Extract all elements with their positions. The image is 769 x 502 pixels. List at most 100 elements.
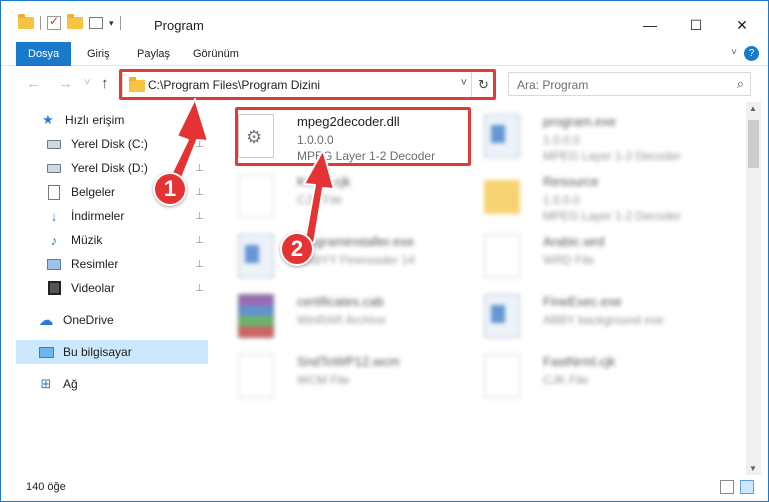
file-item[interactable]: program.exe 1.0.0.0 MPEG Layer 1-2 Decod… — [468, 106, 704, 163]
tab-view[interactable]: Görünüm — [193, 42, 239, 66]
toolbar-separator — [40, 16, 41, 30]
folder-icon[interactable] — [18, 14, 34, 29]
details-view-icon[interactable] — [720, 480, 734, 494]
file-type: CJK File — [543, 373, 589, 387]
sidebar-item-downloads[interactable]: ↓ İndirmeler ⊥ — [16, 204, 208, 228]
file-type: WRD File — [543, 253, 595, 267]
minimize-button[interactable]: — — [627, 10, 673, 40]
help-icon[interactable]: ? — [744, 46, 759, 61]
file-name: Resource — [543, 174, 599, 189]
file-type: CJK File — [297, 193, 343, 207]
pin-icon[interactable]: ⊥ — [195, 259, 204, 270]
file-item[interactable]: FineExec.exe ABBY background exe — [468, 286, 704, 340]
documents-icon — [46, 184, 62, 200]
file-name: programinstaller.exe — [297, 234, 415, 249]
blank-file-icon — [484, 234, 520, 278]
up-button[interactable]: ↑ — [101, 75, 109, 92]
file-item[interactable]: Kondt.cjk CJK File — [222, 166, 458, 220]
disk-icon — [46, 136, 62, 152]
sidebar-item-label: Belgeler — [71, 185, 116, 199]
file-description: ABBYY Finereader 14 — [297, 253, 415, 267]
ribbon-tabs: Dosya Giriş Paylaş Görünüm ˅ ? — [0, 42, 769, 66]
tab-file[interactable]: Dosya — [16, 42, 72, 66]
tiles-view-icon[interactable] — [740, 480, 754, 494]
network-icon: ⊞ — [40, 376, 52, 391]
file-item[interactable]: programinstaller.exe ABBYY Finereader 14 — [222, 226, 458, 280]
sidebar-item-label: Yerel Disk (D:) — [71, 161, 148, 175]
tab-home[interactable]: Giriş — [87, 42, 110, 66]
scroll-up-icon[interactable]: ▲ — [749, 104, 757, 113]
cloud-icon: ☁ — [38, 312, 54, 329]
file-type: WinRAR Archive — [297, 313, 386, 327]
file-item[interactable]: Resource 1.0.0.0 MPEG Layer 1-2 Decoder — [468, 166, 704, 223]
search-box[interactable]: Ara: Program ⌕ — [508, 72, 751, 96]
status-bar: 140 öğe — [0, 475, 769, 502]
file-description: MPEG Layer 1-2 Decoder — [543, 149, 682, 163]
vertical-scrollbar[interactable]: ▲ ▼ — [746, 102, 761, 475]
window-title: Program — [154, 18, 204, 33]
pin-icon[interactable]: ⊥ — [195, 163, 204, 174]
scrollbar-thumb[interactable] — [748, 120, 759, 168]
search-input[interactable]: Ara: Program — [517, 78, 588, 92]
sidebar-item-network[interactable]: ⊞ Ağ — [16, 372, 208, 396]
file-item[interactable]: certificates.cab WinRAR Archive — [222, 286, 458, 340]
search-icon[interactable]: ⌕ — [737, 76, 744, 92]
app-icon — [484, 294, 520, 338]
file-type: WCM File — [297, 373, 350, 387]
file-item[interactable]: FastNrml.cjk CJK File — [468, 346, 704, 400]
tab-share[interactable]: Paylaş — [137, 42, 170, 66]
sidebar-item-quick-access[interactable]: ★ Hızlı erişim — [16, 108, 208, 132]
folder-icon — [484, 180, 520, 214]
file-item[interactable]: Arabic.wrd WRD File — [468, 226, 704, 280]
maximize-button[interactable]: ☐ — [673, 10, 719, 40]
sidebar-item-label: Bu bilgisayar — [63, 345, 132, 359]
blank-file-icon — [238, 174, 274, 218]
file-version: 1.0.0.0 — [543, 193, 580, 207]
sidebar-item-videos[interactable]: Videolar ⊥ — [16, 276, 208, 300]
sidebar-item-label: Müzik — [71, 233, 103, 247]
pin-icon[interactable]: ⊥ — [195, 211, 204, 222]
sidebar-item-label: Yerel Disk (C:) — [71, 137, 148, 151]
navigation-pane: ★ Hızlı erişim Yerel Disk (C:) ⊥ Yerel D… — [0, 102, 210, 467]
step-1-badge: 1 — [153, 172, 187, 206]
pin-icon[interactable]: ⊥ — [195, 283, 204, 294]
scroll-down-icon[interactable]: ▼ — [749, 464, 757, 473]
recent-locations-button[interactable]: ˅ — [84, 77, 90, 89]
sidebar-item-label: İndirmeler — [71, 209, 125, 223]
sidebar-item-local-disk-c[interactable]: Yerel Disk (C:) ⊥ — [16, 132, 208, 156]
sidebar-item-this-pc[interactable]: Bu bilgisayar — [16, 340, 208, 364]
blank-file-icon — [484, 354, 520, 398]
music-icon: ♪ — [50, 232, 58, 248]
file-highlight-box — [235, 107, 471, 166]
videos-icon — [46, 280, 62, 296]
sidebar-item-label: Videolar — [71, 281, 115, 295]
item-count: 140 öğe — [26, 481, 66, 493]
disk-icon — [46, 160, 62, 176]
chevron-down-icon[interactable]: ▾ — [109, 18, 114, 29]
pin-icon[interactable]: ⊥ — [195, 187, 204, 198]
file-description: MPEG Layer 1-2 Decoder — [543, 209, 682, 223]
file-item[interactable]: SndToWP12.wcm WCM File — [222, 346, 458, 400]
file-name: program.exe — [543, 114, 616, 129]
back-button[interactable]: ← — [26, 75, 41, 92]
forward-button[interactable]: → — [58, 75, 73, 92]
sidebar-item-music[interactable]: ♪ Müzik ⊥ — [16, 228, 208, 252]
new-folder-icon[interactable] — [67, 14, 83, 29]
expand-ribbon-icon[interactable]: ˅ — [731, 47, 737, 58]
pin-icon[interactable]: ⊥ — [195, 139, 204, 150]
winrar-icon — [238, 294, 274, 338]
pin-icon[interactable]: ⊥ — [195, 235, 204, 246]
close-button[interactable]: ✕ — [719, 10, 765, 40]
sidebar-item-onedrive[interactable]: ☁ OneDrive — [16, 308, 208, 332]
file-version: 1.0.0.0 — [543, 133, 580, 147]
star-icon: ★ — [42, 112, 54, 127]
customize-toolbar-icon[interactable] — [89, 17, 103, 29]
properties-check-icon[interactable] — [47, 14, 61, 30]
sidebar-item-pictures[interactable]: Resimler ⊥ — [16, 252, 208, 276]
sidebar-item-label: Resimler — [71, 257, 119, 271]
file-name: Kondt.cjk — [297, 174, 351, 189]
file-description: ABBY background exe — [543, 313, 664, 327]
address-highlight-box — [119, 69, 496, 100]
navigation-bar: ← → ˅ ↑ C:\Program Files\Program Dizini … — [0, 66, 769, 102]
step-2-badge: 2 — [280, 232, 314, 266]
